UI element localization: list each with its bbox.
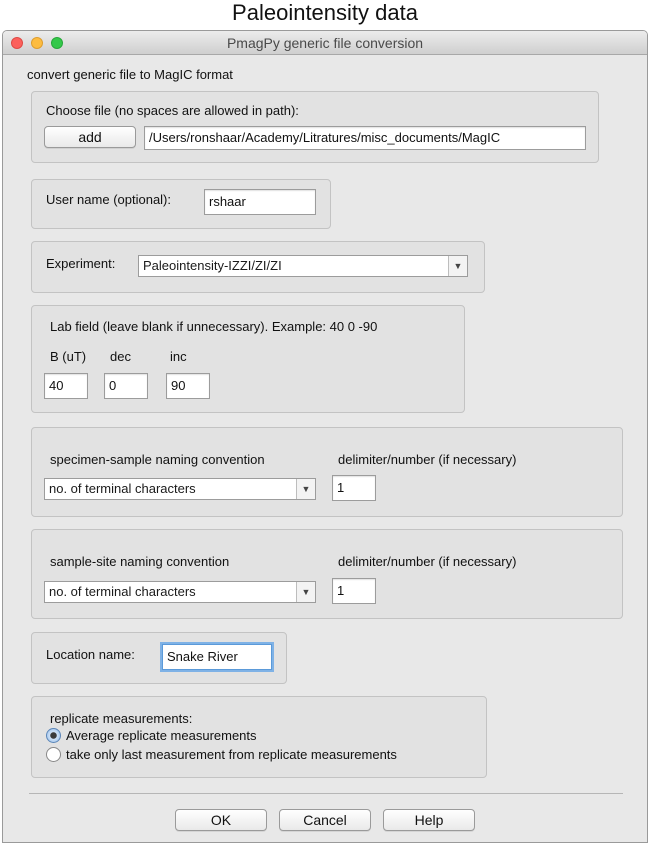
replicate-label: replicate measurements: <box>50 711 193 726</box>
minimize-window-icon[interactable] <box>31 37 43 49</box>
dec-label: dec <box>110 349 131 364</box>
page-heading: Paleointensity data <box>232 0 418 25</box>
user-name-label: User name (optional): <box>46 192 171 207</box>
dialog-window: PmagPy generic file conversion convert g… <box>2 30 648 843</box>
lab-field-group: Lab field (leave blank if unnecessary). … <box>31 305 465 413</box>
average-replicate-radio[interactable] <box>46 728 61 743</box>
file-path-input[interactable]: /Users/ronshaar/Academy/Litratures/misc_… <box>144 126 586 150</box>
cancel-button[interactable]: Cancel <box>279 809 371 831</box>
sample-site-selected-value: no. of terminal characters <box>49 584 196 599</box>
last-measurement-radio[interactable] <box>46 747 61 762</box>
add-file-button[interactable]: add <box>44 126 136 148</box>
specimen-sample-selected-value: no. of terminal characters <box>49 481 196 496</box>
inc-input[interactable]: 90 <box>166 373 210 399</box>
specimen-sample-select[interactable]: no. of terminal characters ▼ <box>44 478 316 500</box>
experiment-select[interactable]: Paleointensity-IZZI/ZI/ZI ▼ <box>138 255 468 277</box>
b-field-input[interactable]: 40 <box>44 373 88 399</box>
b-field-label: B (uT) <box>50 349 87 364</box>
experiment-label: Experiment: <box>46 256 116 271</box>
user-name-input[interactable]: rshaar <box>204 189 316 215</box>
location-input[interactable]: Snake River <box>162 644 272 670</box>
experiment-group: Experiment: Paleointensity-IZZI/ZI/ZI ▼ <box>31 241 485 293</box>
title-bar[interactable]: PmagPy generic file conversion <box>3 31 647 55</box>
average-replicate-label[interactable]: Average replicate measurements <box>66 728 257 743</box>
specimen-sample-label: specimen-sample naming convention <box>50 452 265 467</box>
choose-file-label: Choose file (no spaces are allowed in pa… <box>46 103 299 118</box>
inc-label: inc <box>170 349 187 364</box>
chevron-down-icon[interactable]: ▼ <box>296 582 315 602</box>
close-window-icon[interactable] <box>11 37 23 49</box>
location-label: Location name: <box>46 647 135 662</box>
specimen-sample-group: specimen-sample naming convention delimi… <box>31 427 623 517</box>
zoom-window-icon[interactable] <box>51 37 63 49</box>
intro-text: convert generic file to MagIC format <box>27 67 233 82</box>
specimen-sample-delimiter-label: delimiter/number (if necessary) <box>338 452 517 467</box>
last-measurement-label[interactable]: take only last measurement from replicat… <box>66 747 397 762</box>
dec-input[interactable]: 0 <box>104 373 148 399</box>
location-group: Location name: Snake River <box>31 632 287 684</box>
window-title: PmagPy generic file conversion <box>226 35 424 51</box>
sample-site-select[interactable]: no. of terminal characters ▼ <box>44 581 316 603</box>
chevron-down-icon[interactable]: ▼ <box>448 256 467 276</box>
sample-site-delimiter-input[interactable]: 1 <box>332 578 376 604</box>
experiment-selected-value: Paleointensity-IZZI/ZI/ZI <box>143 258 282 273</box>
sample-site-group: sample-site naming convention delimiter/… <box>31 529 623 619</box>
footer-separator <box>29 793 623 794</box>
help-button[interactable]: Help <box>383 809 475 831</box>
sample-site-label: sample-site naming convention <box>50 554 230 569</box>
choose-file-group: Choose file (no spaces are allowed in pa… <box>31 91 599 163</box>
specimen-sample-delimiter-input[interactable]: 1 <box>332 475 376 501</box>
replicate-group: replicate measurements: Average replicat… <box>31 696 487 778</box>
sample-site-delimiter-label: delimiter/number (if necessary) <box>338 554 517 569</box>
chevron-down-icon[interactable]: ▼ <box>296 479 315 499</box>
user-name-group: User name (optional): rshaar <box>31 179 331 229</box>
ok-button[interactable]: OK <box>175 809 267 831</box>
lab-field-label: Lab field (leave blank if unnecessary). … <box>50 319 378 334</box>
